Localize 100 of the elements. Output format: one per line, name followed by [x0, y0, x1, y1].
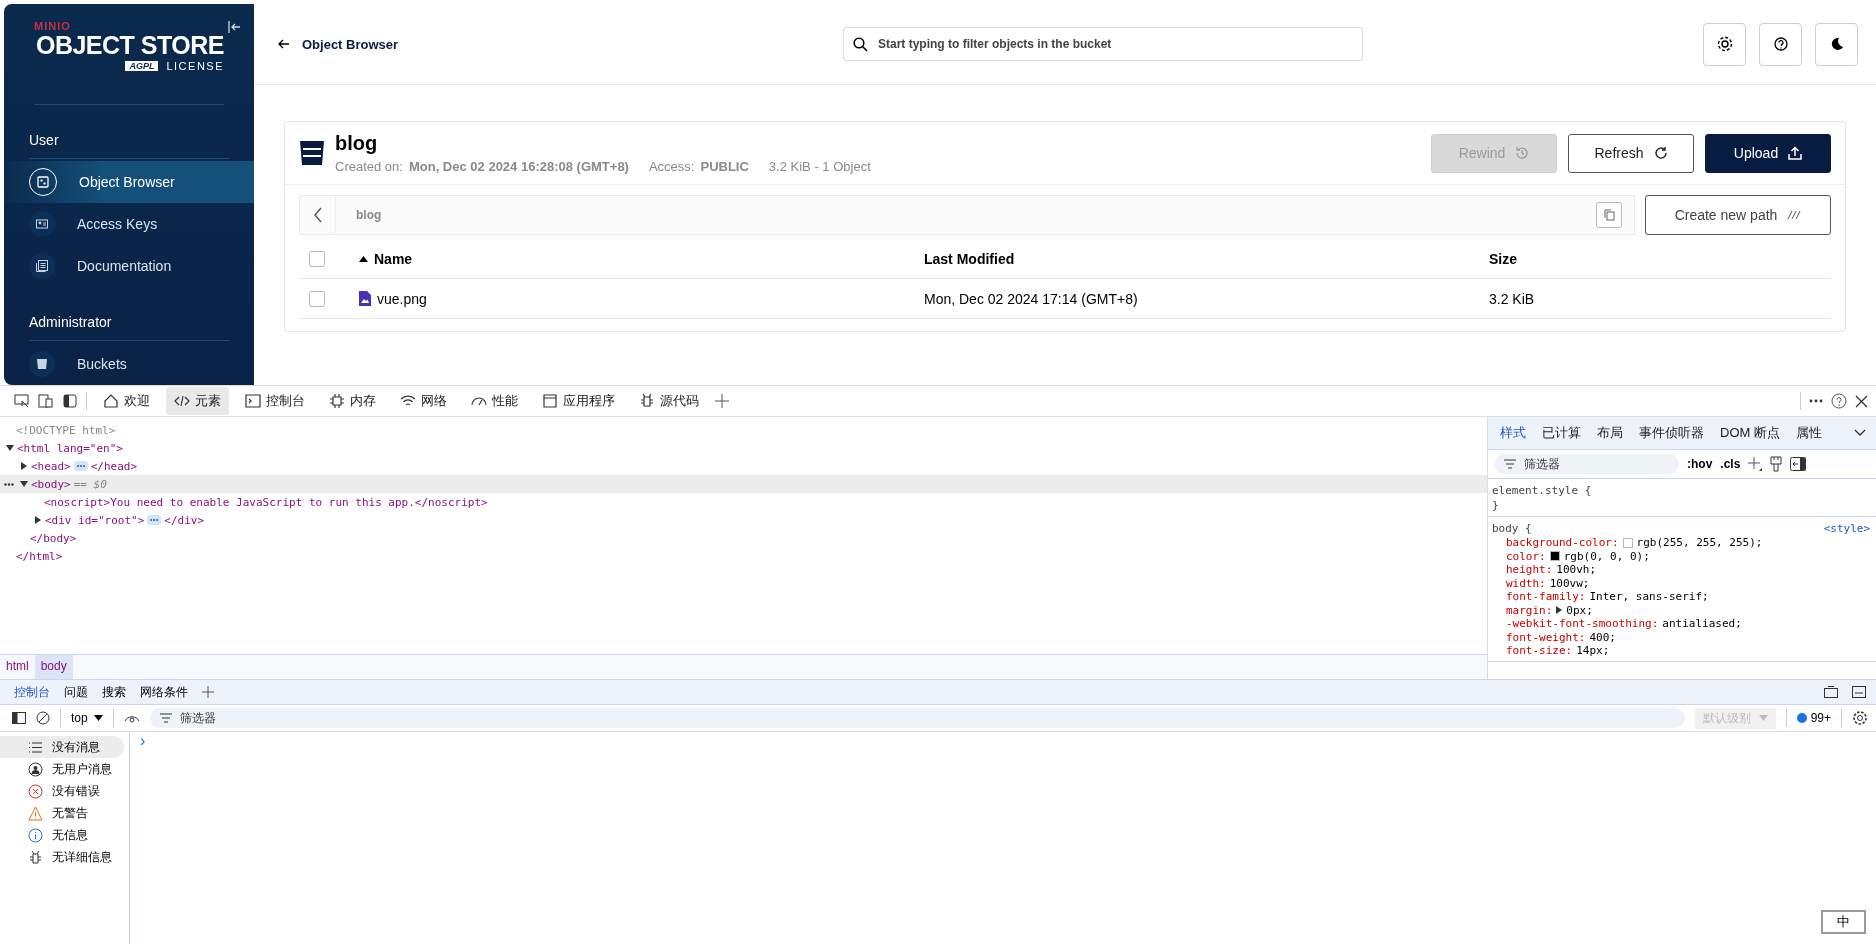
window-icon	[542, 393, 558, 409]
sidebar-item[interactable]: Documentation	[4, 244, 254, 287]
message-filter-item[interactable]: 无详细信息	[0, 846, 124, 868]
dom-node[interactable]: <html lang="en">	[17, 441, 123, 455]
dom-node[interactable]: <head>	[31, 459, 71, 473]
device-icon[interactable]	[38, 393, 54, 409]
devtools-tab[interactable]: 源代码	[631, 387, 707, 415]
search-field[interactable]: Start typing to filter objects in the bucket	[843, 27, 1363, 61]
styles-tab[interactable]: 已计算	[1534, 424, 1589, 442]
brush-icon[interactable]	[1770, 456, 1783, 472]
breadcrumb-item[interactable]: html	[0, 655, 35, 679]
styles-tab[interactable]: 属性	[1787, 424, 1830, 442]
styles-tab[interactable]: DOM 断点	[1712, 424, 1788, 442]
create-path-button[interactable]: Create new path	[1645, 195, 1831, 235]
select-all-checkbox[interactable]	[309, 250, 325, 267]
section-title: Administrator	[29, 314, 113, 331]
devtools-tab[interactable]: 应用程序	[534, 387, 623, 415]
drawer-tab[interactable]: 控制台	[14, 683, 50, 701]
add-rule-icon[interactable]	[1748, 457, 1763, 471]
message-filter-item[interactable]: 无信息	[0, 824, 124, 846]
help-button[interactable]	[1759, 22, 1802, 66]
clear-icon[interactable]	[36, 711, 50, 725]
dom-node[interactable]: <body>	[31, 477, 71, 491]
style-source-link[interactable]: <style>	[1823, 522, 1870, 535]
sidebar-item[interactable]: Buckets	[4, 343, 254, 385]
devtools-tab[interactable]: 控制台	[237, 387, 313, 415]
drawer-tab[interactable]: 问题	[64, 683, 88, 701]
devtools-tab[interactable]: 元素	[166, 387, 229, 415]
brand-label: MINIO	[34, 20, 71, 32]
access-value: PUBLIC	[700, 159, 749, 174]
row-checkbox[interactable]	[309, 290, 325, 307]
message-filter-item[interactable]: 无用户消息	[0, 758, 124, 780]
settings-icon[interactable]	[1852, 710, 1868, 726]
message-filter-item[interactable]: 无警告	[0, 802, 124, 824]
color-swatch[interactable]	[1622, 537, 1633, 548]
bucket-name: blog	[335, 132, 379, 155]
chevron-down-icon[interactable]	[1854, 429, 1866, 437]
license-badge: AGPL	[125, 60, 159, 71]
ellipsis-icon[interactable]	[147, 515, 162, 525]
styles-tab[interactable]: 样式	[1492, 424, 1534, 442]
help-icon[interactable]	[1831, 393, 1847, 409]
dock-icon[interactable]	[1824, 686, 1838, 698]
bucket-summary: 3.2 KiB - 1 Object	[768, 159, 871, 174]
ime-indicator[interactable]: 中	[1821, 910, 1866, 934]
column-header[interactable]: Size	[1489, 250, 1831, 267]
drawer-tab[interactable]: 搜索	[102, 683, 126, 701]
dom-node[interactable]: <!DOCTYPE html>	[16, 423, 116, 437]
issues-count[interactable]: 99+	[1796, 711, 1831, 725]
dom-node[interactable]: <div id="root">	[45, 513, 145, 527]
more-icon[interactable]	[1809, 399, 1823, 403]
ellipsis-icon[interactable]	[73, 461, 88, 471]
devtools-tab[interactable]: 欢迎	[95, 387, 158, 415]
sidebar-toggle-icon[interactable]	[12, 712, 26, 724]
info-icon	[28, 827, 43, 843]
back-link[interactable]: Object Browser	[278, 36, 688, 52]
refresh-button[interactable]: Refresh	[1568, 133, 1694, 173]
breadcrumb-item[interactable]: body	[34, 655, 73, 679]
drawer-tab[interactable]: 网络条件	[140, 683, 188, 701]
eye-icon[interactable]	[123, 713, 140, 723]
settings-button[interactable]	[1703, 22, 1746, 66]
collapse-drawer-icon[interactable]	[1852, 686, 1866, 698]
dark-mode-button[interactable]	[1815, 22, 1858, 66]
sidebar-toggle-icon[interactable]	[1790, 457, 1807, 471]
sidebar-item[interactable]: Object Browser	[4, 161, 254, 204]
table-cell-text: Mon, Dec 02 2024 17:14 (GMT+8)	[924, 290, 1139, 307]
devtools-tab[interactable]: 内存	[321, 387, 384, 415]
collapsed-triangle-icon[interactable]	[34, 516, 42, 524]
column-header[interactable]: Name	[359, 250, 924, 267]
sort-arrow-icon	[359, 255, 368, 262]
class-toggle[interactable]: .cls	[1720, 457, 1741, 471]
styles-tab[interactable]: 事件侦听器	[1631, 424, 1712, 442]
upload-icon	[1788, 146, 1803, 160]
panel-icon[interactable]	[62, 393, 78, 409]
expanded-triangle-icon[interactable]	[6, 444, 14, 452]
settings-icon	[1715, 35, 1734, 53]
message-filter-item[interactable]: 没有错误	[0, 780, 124, 802]
close-icon[interactable]	[1855, 394, 1868, 408]
file-name[interactable]: vue.png	[377, 290, 427, 307]
css-property: font-size:	[1506, 644, 1573, 658]
devtools-tab[interactable]: 性能	[463, 387, 526, 415]
styles-tab[interactable]: 布局	[1589, 424, 1631, 442]
sidebar-item[interactable]: Access Keys	[4, 203, 254, 245]
message-filter-item[interactable]: 没有消息	[0, 736, 124, 758]
dom-node[interactable]: <noscript>You need to enable JavaScript to run this app.</noscript>	[44, 495, 488, 509]
color-swatch[interactable]	[1549, 551, 1560, 562]
hover-state-toggle[interactable]: :hov	[1687, 457, 1713, 471]
context-dropdown[interactable]: top	[71, 711, 103, 725]
upload-button[interactable]: Upload	[1705, 133, 1831, 173]
collapse-icon[interactable]	[228, 20, 242, 34]
inspect-icon[interactable]	[14, 393, 30, 409]
expand-triangle-icon[interactable]	[1556, 606, 1563, 615]
console-prompt[interactable]: ›	[140, 732, 146, 750]
console-filter-field[interactable]: 筛选器	[149, 708, 1685, 728]
devtools-tab[interactable]: 网络	[392, 387, 455, 415]
styles-filter-field[interactable]: 筛选器	[1494, 454, 1679, 474]
add-icon[interactable]	[202, 686, 214, 698]
expanded-triangle-icon[interactable]	[20, 480, 28, 488]
column-header[interactable]: Last Modified	[924, 250, 1489, 267]
collapsed-triangle-icon[interactable]	[20, 462, 28, 470]
dom-closing-tag: </div>	[164, 513, 205, 527]
